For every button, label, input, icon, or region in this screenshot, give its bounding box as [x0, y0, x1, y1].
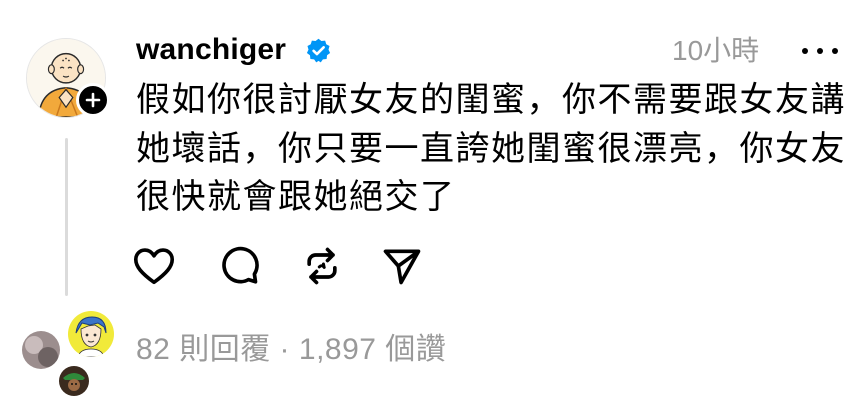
repost-icon [307, 247, 337, 285]
comment-icon [222, 246, 259, 284]
post-text-line: 很快就會跟她絕交了 [136, 178, 456, 216]
verified-badge-icon [306, 38, 331, 63]
post-stats: 82 則回覆 · 1,897 個讚 [136, 330, 446, 370]
replies-count[interactable]: 82 則回覆 [136, 333, 271, 366]
stats-separator: · [270, 333, 299, 366]
reply-button[interactable] [215, 242, 263, 290]
replier-avatar-image [22, 331, 60, 369]
replier-avatar-image [59, 366, 89, 396]
replier-avatar-image [68, 311, 114, 357]
follow-button[interactable] [76, 83, 110, 117]
replier-avatar[interactable] [66, 309, 116, 359]
post-text-line: 假如你很討厭女友的閨蜜，你不需要跟女友講 [136, 81, 846, 119]
replier-avatar[interactable] [57, 364, 91, 398]
repost-button[interactable] [298, 242, 346, 290]
share-button[interactable] [378, 242, 426, 290]
more-options-icon[interactable] [802, 36, 838, 66]
heart-icon [133, 248, 175, 285]
plus-icon [85, 92, 101, 108]
send-icon [383, 249, 421, 285]
author-username[interactable]: wanchiger [136, 30, 286, 70]
post-text-line: 她壞話，你只要一直誇她閨蜜很漂亮，你女友 [136, 129, 846, 168]
thread-line [65, 138, 68, 296]
like-button[interactable] [130, 242, 178, 290]
likes-count[interactable]: 1,897 個讚 [299, 333, 446, 366]
replier-avatar[interactable] [20, 329, 62, 371]
post-text: 假如你很討厭女友的閨蜜，你不需要跟女友講 她壞話，你只要一直誇她閨蜜很漂亮，你女… [136, 76, 846, 222]
post-timestamp: 10小時 [672, 35, 760, 66]
